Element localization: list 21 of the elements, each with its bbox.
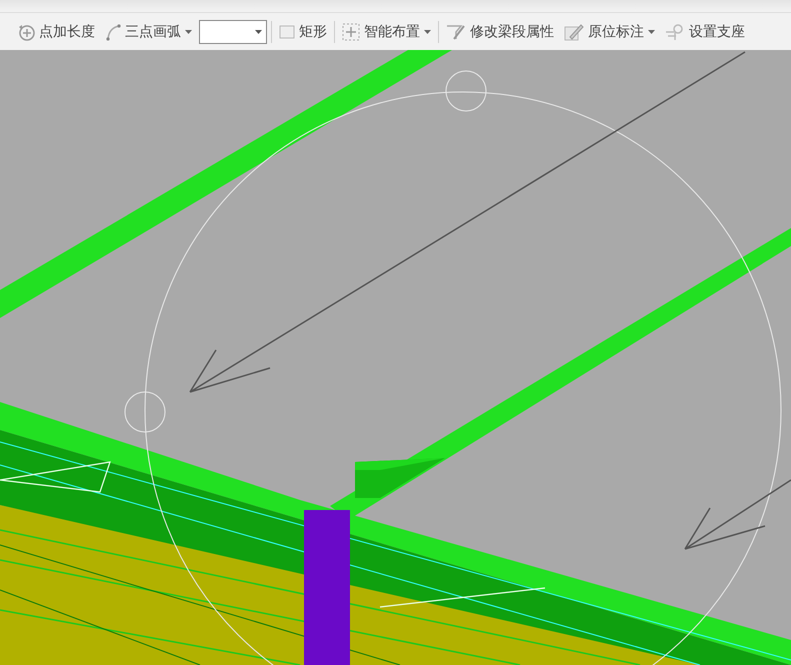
toolbar-button[interactable]: 点加长度 (14, 20, 98, 42)
caret-icon (648, 30, 655, 34)
dropdown-field[interactable] (199, 20, 267, 44)
toolbar-button[interactable]: 设置支座 (662, 20, 748, 42)
toolbar-button[interactable]: 三点画弧 (102, 20, 195, 42)
grip-circle (124, 392, 166, 432)
caret-icon (424, 30, 431, 34)
pencil-icon (564, 22, 584, 40)
caret-icon (185, 30, 192, 34)
toolbar-button[interactable]: 矩形 (276, 20, 330, 42)
grid-icon (342, 22, 360, 40)
caret-icon (255, 30, 262, 34)
toolbar-button[interactable]: 原位标注 (561, 20, 658, 42)
toolbar-button[interactable]: 修改梁段属性 (443, 20, 557, 42)
rectangle-icon (279, 24, 295, 38)
toolbar-button[interactable]: 智能布置 (339, 20, 434, 42)
support-icon (665, 22, 685, 40)
grip-circle (446, 70, 486, 112)
beam-edit-icon (446, 22, 466, 40)
add-length-icon (17, 22, 35, 40)
arc-icon (105, 22, 121, 40)
